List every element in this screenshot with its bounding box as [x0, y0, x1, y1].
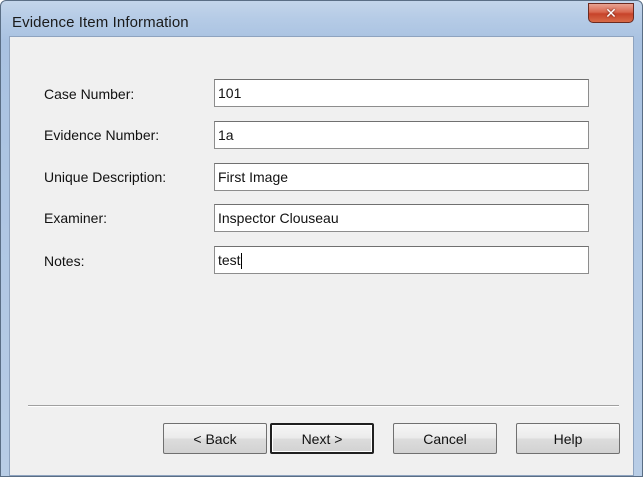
evidence-item-dialog: Evidence Item Information ✕ Case Number:… [0, 0, 643, 477]
unique-description-value: First Image [218, 169, 289, 185]
back-button[interactable]: < Back [163, 423, 267, 454]
title-bar[interactable]: Evidence Item Information ✕ [1, 1, 642, 41]
notes-value: test [218, 252, 241, 268]
evidence-number-field[interactable]: 1a [214, 121, 589, 149]
cancel-button[interactable]: Cancel [393, 423, 497, 454]
notes-field[interactable]: test [214, 246, 589, 274]
help-button[interactable]: Help [516, 423, 620, 454]
examiner-field[interactable]: Inspector Clouseau [214, 204, 589, 232]
examiner-label: Examiner: [44, 210, 108, 226]
close-button[interactable]: ✕ [588, 3, 634, 23]
text-caret [240, 253, 242, 270]
dialog-body: Case Number: 101 Evidence Number: 1a Uni… [9, 36, 634, 476]
case-number-value: 101 [218, 85, 242, 101]
window-title: Evidence Item Information [12, 14, 189, 31]
next-button[interactable]: Next > [270, 423, 374, 454]
close-icon: ✕ [605, 4, 617, 21]
separator-line [28, 405, 619, 407]
case-number-label: Case Number: [44, 86, 135, 102]
unique-description-field[interactable]: First Image [214, 163, 589, 191]
evidence-number-label: Evidence Number: [44, 127, 160, 143]
examiner-value: Inspector Clouseau [218, 210, 339, 226]
notes-label: Notes: [44, 253, 85, 269]
case-number-field[interactable]: 101 [214, 79, 589, 107]
evidence-number-value: 1a [218, 127, 234, 143]
unique-description-label: Unique Description: [44, 169, 167, 185]
